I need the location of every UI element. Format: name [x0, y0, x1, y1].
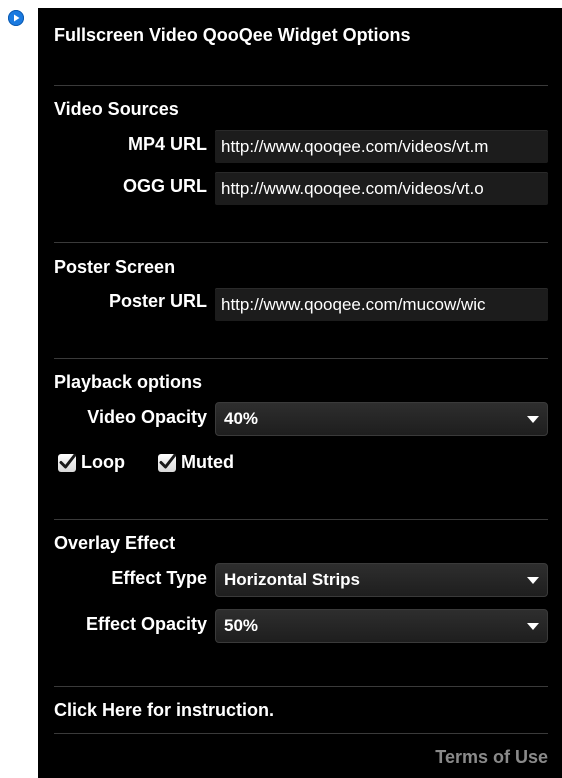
video-opacity-value: 40% — [224, 409, 259, 428]
divider — [54, 358, 548, 359]
widget-options-panel: Fullscreen Video QooQee Widget Options V… — [38, 8, 562, 778]
muted-checkbox[interactable] — [158, 453, 176, 472]
divider — [54, 242, 548, 243]
section-title-playback-options: Playback options — [54, 372, 203, 392]
effect-opacity-label: Effect Opacity — [85, 614, 207, 634]
effect-opacity-select[interactable]: 50% — [215, 609, 548, 643]
divider — [54, 686, 548, 687]
effect-type-label: Effect Type — [111, 568, 207, 588]
ogg-url-label: OGG URL — [123, 176, 207, 196]
chevron-down-icon — [527, 623, 539, 630]
effect-type-value: Horizontal Strips — [224, 570, 361, 589]
mp4-url-label: MP4 URL — [127, 134, 207, 154]
loop-label: Loop — [81, 452, 125, 472]
ogg-url-input[interactable]: http://www.qooqee.com/videos/vt.o — [215, 172, 548, 205]
divider — [54, 733, 548, 734]
instruction-link[interactable]: Click Here for instruction. — [54, 700, 274, 721]
checkmark-icon — [159, 453, 176, 468]
panel-title: Fullscreen Video QooQee Widget Options — [54, 25, 411, 45]
divider — [54, 85, 548, 86]
poster-url-input[interactable]: http://www.qooqee.com/mucow/wic — [215, 288, 548, 321]
poster-url-label: Poster URL — [108, 291, 207, 311]
play-icon — [14, 14, 20, 22]
video-opacity-label: Video Opacity — [87, 407, 207, 427]
muted-label: Muted — [181, 452, 234, 472]
effect-opacity-value: 50% — [224, 616, 259, 635]
chevron-down-icon — [527, 416, 539, 423]
loop-checkbox-row[interactable]: Loop — [58, 452, 125, 473]
loop-checkbox[interactable] — [58, 453, 76, 472]
section-title-overlay-effect: Overlay Effect — [54, 533, 176, 553]
section-title-poster-screen: Poster Screen — [54, 257, 176, 277]
muted-checkbox-row[interactable]: Muted — [158, 452, 234, 473]
divider — [54, 519, 548, 520]
chevron-down-icon — [527, 577, 539, 584]
terms-of-use-link[interactable]: Terms of Use — [435, 747, 548, 768]
mp4-url-input[interactable]: http://www.qooqee.com/videos/vt.m — [215, 130, 548, 163]
play-badge[interactable] — [8, 10, 24, 26]
section-title-video-sources: Video Sources — [54, 99, 179, 119]
checkmark-icon — [59, 453, 76, 468]
effect-type-select[interactable]: Horizontal Strips — [215, 563, 548, 597]
video-opacity-select[interactable]: 40% — [215, 402, 548, 436]
